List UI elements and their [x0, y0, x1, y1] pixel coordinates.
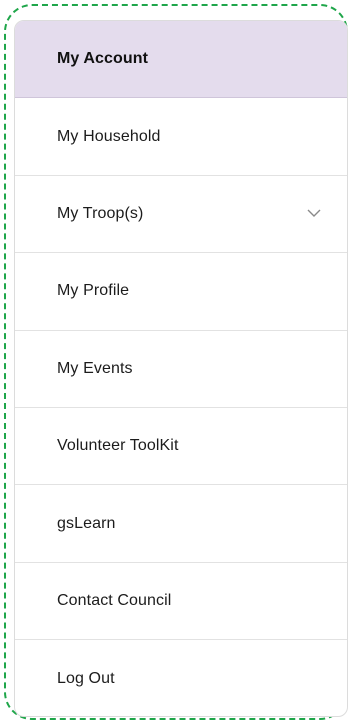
menu-item-label: My Account: [57, 50, 149, 68]
menu-item-my-account[interactable]: My Account: [15, 21, 347, 99]
menu-item-label: My Household: [57, 127, 161, 145]
account-navigation-menu: My Account My Household My Troop(s) My P…: [14, 20, 348, 717]
menu-item-label: gsLearn: [57, 514, 116, 532]
menu-item-label: My Profile: [57, 282, 130, 300]
menu-item-gslearn[interactable]: gsLearn: [15, 485, 347, 563]
menu-item-contact-council[interactable]: Contact Council: [15, 563, 347, 641]
menu-item-label: My Troop(s): [57, 204, 144, 222]
menu-item-label: Contact Council: [57, 591, 172, 609]
menu-item-volunteer-toolkit[interactable]: Volunteer ToolKit: [15, 408, 347, 486]
menu-item-label: Log Out: [57, 669, 115, 687]
menu-item-label: My Events: [57, 359, 133, 377]
menu-item-my-profile[interactable]: My Profile: [15, 253, 347, 331]
chevron-down-icon[interactable]: [307, 208, 321, 218]
menu-item-label: Volunteer ToolKit: [57, 437, 179, 455]
menu-item-my-troops[interactable]: My Troop(s): [15, 176, 347, 254]
menu-item-my-events[interactable]: My Events: [15, 331, 347, 408]
account-menu-list: My Account My Household My Troop(s) My P…: [15, 21, 347, 716]
menu-item-log-out[interactable]: Log Out: [15, 640, 347, 716]
menu-item-my-household[interactable]: My Household: [15, 98, 347, 176]
